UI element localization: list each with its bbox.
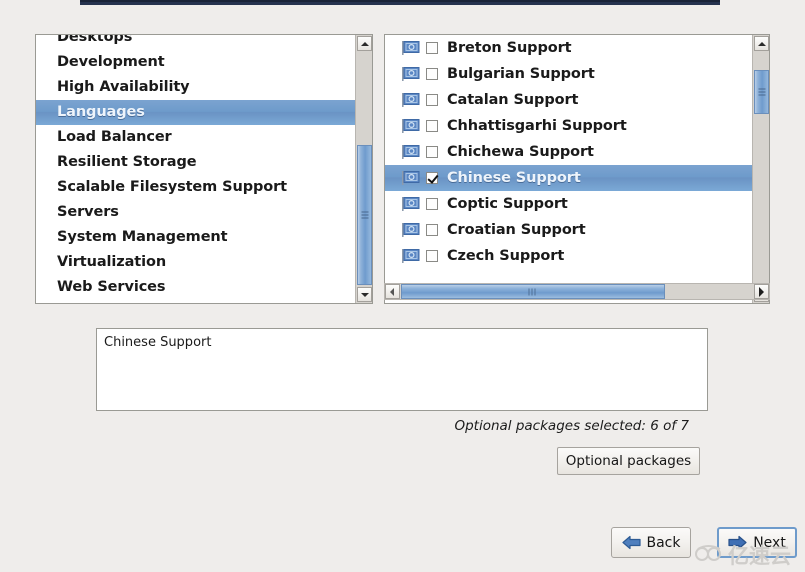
package-list-item[interactable]: Chichewa Support	[385, 139, 752, 165]
group-list-item[interactable]: Load Balancer	[36, 125, 355, 150]
titlebar-blue-bar	[80, 0, 720, 5]
scrollbar-grip-icon	[758, 88, 765, 96]
package-list-item-label: Chinese Support	[447, 170, 581, 186]
package-list-item-label: Bulgarian Support	[447, 66, 595, 82]
optional-packages-button[interactable]: Optional packages	[557, 447, 700, 475]
group-list-item[interactable]: Servers	[36, 200, 355, 225]
flag-icon	[401, 222, 421, 238]
optional-package-list[interactable]: Breton Support Bulgarian Support Catalan S…	[385, 35, 752, 269]
flag-icon	[401, 92, 421, 108]
package-list-vertical-scrollbar[interactable]	[752, 35, 769, 303]
next-button-label: Next	[753, 534, 786, 551]
package-description-box: Chinese Support	[96, 328, 708, 411]
back-button-label: Back	[646, 534, 681, 551]
package-list-item-label: Breton Support	[447, 40, 572, 56]
back-button[interactable]: Back	[611, 527, 691, 558]
package-description-text: Chinese Support	[104, 335, 212, 350]
next-button[interactable]: Next	[717, 527, 797, 558]
package-group-list[interactable]: Desktops Development High Availability Lang…	[36, 34, 355, 300]
flag-icon	[401, 144, 421, 160]
group-list-item[interactable]: Languages	[36, 100, 355, 125]
optional-package-panel[interactable]: Breton Support Bulgarian Support Catalan S…	[384, 34, 770, 304]
group-list-item[interactable]: Scalable Filesystem Support	[36, 175, 355, 200]
window-titlebar-strip	[0, 0, 805, 8]
panels-row: Desktops Development High Availability Lang…	[0, 32, 805, 307]
group-list-item[interactable]: Virtualization	[36, 250, 355, 275]
group-list-item-label: Scalable Filesystem Support	[57, 179, 287, 195]
flag-icon	[401, 40, 421, 56]
group-list-item-label: Load Balancer	[57, 129, 172, 145]
group-list-item[interactable]: System Management	[36, 225, 355, 250]
scrollbar-grip-icon	[361, 211, 368, 219]
flag-icon	[401, 196, 421, 212]
group-list-item[interactable]: Desktops	[36, 34, 355, 50]
package-list-item[interactable]: Catalan Support	[385, 87, 752, 113]
flag-icon	[401, 66, 421, 82]
package-list-item[interactable]: Czech Support	[385, 243, 752, 269]
group-list-item[interactable]: Resilient Storage	[36, 150, 355, 175]
group-list-item-label: System Management	[57, 229, 228, 245]
group-list-item-label: High Availability	[57, 79, 190, 95]
package-hscrollbar-thumb[interactable]	[401, 284, 665, 299]
chevron-up-icon[interactable]	[357, 36, 372, 51]
group-list-item-label: Desktops	[57, 34, 133, 45]
package-checkbox[interactable]	[426, 172, 438, 184]
package-list-item[interactable]: Chinese Support	[385, 165, 752, 191]
arrow-left-icon	[621, 535, 641, 550]
group-list-vertical-scrollbar[interactable]	[355, 35, 372, 303]
arrow-right-icon	[728, 535, 747, 550]
group-list-item-label: Virtualization	[57, 254, 167, 270]
package-checkbox[interactable]	[426, 146, 438, 158]
package-list-item[interactable]: Chhattisgarhi Support	[385, 113, 752, 139]
package-list-item-label: Coptic Support	[447, 196, 568, 212]
optional-packages-status: Optional packages selected: 6 of 7	[454, 418, 689, 434]
package-list-item-label: Chichewa Support	[447, 144, 594, 160]
package-list-item-label: Czech Support	[447, 248, 565, 264]
package-list-item[interactable]: Coptic Support	[385, 191, 752, 217]
flag-icon	[401, 248, 421, 264]
package-list-item[interactable]: Breton Support	[385, 35, 752, 61]
package-list-item[interactable]: Croatian Support	[385, 217, 752, 243]
chevron-left-icon[interactable]	[385, 284, 400, 299]
package-group-panel[interactable]: Desktops Development High Availability Lang…	[35, 34, 373, 304]
package-checkbox[interactable]	[426, 224, 438, 236]
flag-icon	[401, 118, 421, 134]
flag-icon	[401, 170, 421, 186]
package-scrollbar-thumb[interactable]	[754, 70, 769, 114]
group-list-item[interactable]: Development	[36, 50, 355, 75]
package-checkbox[interactable]	[426, 120, 438, 132]
package-list-item-label: Croatian Support	[447, 222, 586, 238]
package-checkbox[interactable]	[426, 198, 438, 210]
package-checkbox[interactable]	[426, 42, 438, 54]
scrollbar-grip-icon	[528, 288, 538, 295]
package-list-item[interactable]: Bulgarian Support	[385, 61, 752, 87]
package-checkbox[interactable]	[426, 250, 438, 262]
package-list-item-label: Catalan Support	[447, 92, 579, 108]
group-list-item[interactable]: Web Services	[36, 275, 355, 300]
group-scrollbar-thumb[interactable]	[357, 145, 372, 285]
chevron-down-icon[interactable]	[357, 287, 372, 302]
group-list-item-label: Web Services	[57, 279, 166, 295]
package-checkbox[interactable]	[426, 94, 438, 106]
package-list-horizontal-scrollbar[interactable]	[384, 283, 770, 300]
package-list-item-label: Chhattisgarhi Support	[447, 118, 627, 134]
group-list-item-label: Resilient Storage	[57, 154, 197, 170]
chevron-right-icon[interactable]	[754, 284, 769, 299]
group-list-item-label: Development	[57, 54, 165, 70]
group-list-item-label: Servers	[57, 204, 119, 220]
chevron-up-icon[interactable]	[754, 36, 769, 51]
package-checkbox[interactable]	[426, 68, 438, 80]
group-list-item[interactable]: High Availability	[36, 75, 355, 100]
group-list-item-label: Languages	[57, 104, 145, 120]
